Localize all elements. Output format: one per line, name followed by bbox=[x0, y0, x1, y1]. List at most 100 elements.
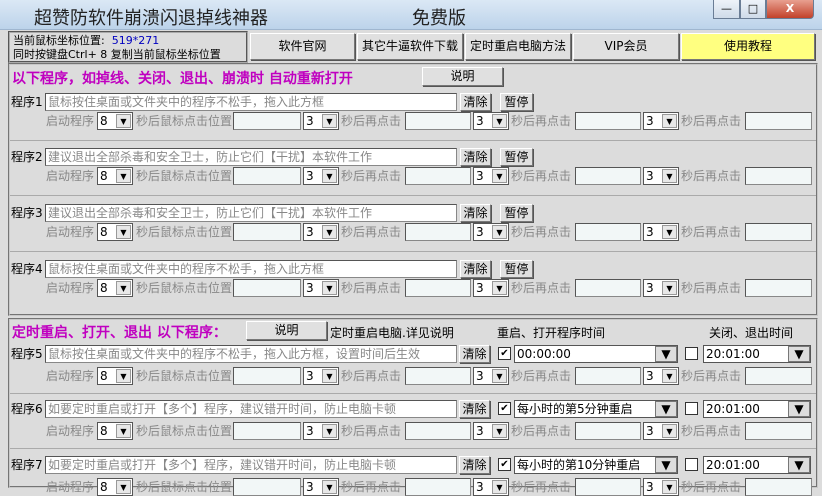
click-again-input-3[interactable] bbox=[745, 112, 812, 130]
click-delay-select[interactable]: 3 ▼ bbox=[303, 223, 339, 241]
vip-button[interactable]: VIP会员 bbox=[573, 33, 679, 60]
start-delay-select[interactable]: 8 ▼ bbox=[97, 112, 133, 130]
click-delay-select-3[interactable]: 3 ▼ bbox=[643, 279, 679, 297]
click-delay-select[interactable]: 3 ▼ bbox=[303, 422, 339, 440]
clear-button[interactable]: 清除 bbox=[460, 260, 491, 278]
click-again-input-3[interactable] bbox=[745, 422, 812, 440]
click-delay-select-2[interactable]: 3 ▼ bbox=[473, 167, 509, 185]
click-again-input[interactable] bbox=[405, 223, 471, 241]
maximize-button[interactable]: □ bbox=[740, 0, 766, 19]
click-delay-select-2[interactable]: 3 ▼ bbox=[473, 223, 509, 241]
click-position-input[interactable] bbox=[233, 478, 301, 496]
click-position-input[interactable] bbox=[233, 167, 301, 185]
dropdown-arrow-icon: ▼ bbox=[662, 114, 677, 128]
click-again-input[interactable] bbox=[405, 422, 471, 440]
restart-checkbox[interactable]: ✔ bbox=[498, 402, 511, 415]
pause-button[interactable]: 暂停 bbox=[500, 148, 533, 166]
click-delay-select-2[interactable]: 3 ▼ bbox=[473, 478, 509, 496]
click-delay-select[interactable]: 3 ▼ bbox=[303, 112, 339, 130]
close-checkbox[interactable] bbox=[685, 402, 698, 415]
click-again-input-3[interactable] bbox=[745, 223, 812, 241]
click-again-input[interactable] bbox=[405, 279, 471, 297]
restart-time-select[interactable]: 每小时的第5分钟重启 ▼ bbox=[514, 400, 678, 418]
click-again-input-2[interactable] bbox=[575, 422, 641, 440]
start-delay-select[interactable]: 8 ▼ bbox=[97, 223, 133, 241]
click-delay-select-2[interactable]: 3 ▼ bbox=[473, 112, 509, 130]
clear-button[interactable]: 清除 bbox=[460, 204, 491, 222]
click-delay-select[interactable]: 3 ▼ bbox=[303, 478, 339, 496]
close-checkbox[interactable] bbox=[685, 347, 698, 360]
restart-time-select[interactable]: 每小时的第10分钟重启 ▼ bbox=[514, 456, 678, 474]
click-again-input-2[interactable] bbox=[575, 167, 641, 185]
click-again-input-2[interactable] bbox=[575, 478, 641, 496]
click-position-input[interactable] bbox=[233, 422, 301, 440]
program-path-input[interactable]: 建议退出全部杀毒和安全卫士，防止它们【干扰】本软件工作 bbox=[45, 204, 457, 222]
pause-button[interactable]: 暂停 bbox=[500, 260, 533, 278]
click-delay-select-2[interactable]: 3 ▼ bbox=[473, 279, 509, 297]
click-again-input-3[interactable] bbox=[745, 367, 812, 385]
click-delay-select-3[interactable]: 3 ▼ bbox=[643, 478, 679, 496]
click-delay-select[interactable]: 3 ▼ bbox=[303, 279, 339, 297]
click-delay-select[interactable]: 3 ▼ bbox=[303, 367, 339, 385]
click-again-input-3[interactable] bbox=[745, 167, 812, 185]
click-delay-select-2[interactable]: 3 ▼ bbox=[473, 367, 509, 385]
pause-button[interactable]: 暂停 bbox=[500, 204, 533, 222]
click-again-input[interactable] bbox=[405, 478, 471, 496]
clear-button[interactable]: 清除 bbox=[460, 93, 491, 111]
tutorial-button[interactable]: 使用教程 bbox=[681, 33, 815, 60]
click-position-input[interactable] bbox=[233, 367, 301, 385]
start-delay-select[interactable]: 8 ▼ bbox=[97, 167, 133, 185]
click-delay-select-3[interactable]: 3 ▼ bbox=[643, 223, 679, 241]
start-delay-select[interactable]: 8 ▼ bbox=[97, 478, 133, 496]
click-delay-select-3[interactable]: 3 ▼ bbox=[643, 167, 679, 185]
click-again-input-2[interactable] bbox=[575, 367, 641, 385]
program-path-input[interactable]: 鼠标按住桌面或文件夹中的程序不松手，拖入此方框 bbox=[45, 93, 457, 111]
click-again-input-3[interactable] bbox=[745, 279, 812, 297]
click-again-input-2[interactable] bbox=[575, 279, 641, 297]
click-delay-select-2[interactable]: 3 ▼ bbox=[473, 422, 509, 440]
section1-explain-button[interactable]: 说明 bbox=[422, 67, 503, 86]
click-again-input[interactable] bbox=[405, 112, 471, 130]
other-software-button[interactable]: 其它牛逼软件下载 bbox=[357, 33, 463, 60]
close-time-select[interactable]: 20:01:00 ▼ bbox=[703, 345, 811, 363]
restart-checkbox[interactable]: ✔ bbox=[498, 347, 511, 360]
click-delay-select[interactable]: 3 ▼ bbox=[303, 167, 339, 185]
program-path-input[interactable]: 建议退出全部杀毒和安全卫士，防止它们【干扰】本软件工作 bbox=[45, 148, 457, 166]
close-checkbox[interactable] bbox=[685, 458, 698, 471]
close-button[interactable]: X bbox=[766, 0, 814, 19]
click-again-input-2[interactable] bbox=[575, 223, 641, 241]
click-again-input[interactable] bbox=[405, 367, 471, 385]
click-again-input-2[interactable] bbox=[575, 112, 641, 130]
clear-button[interactable]: 清除 bbox=[459, 456, 490, 474]
title-bar[interactable]: 超赞防软件崩溃闪退掉线神器 免费版 — □ X bbox=[0, 0, 822, 30]
pause-button[interactable]: 暂停 bbox=[500, 93, 533, 111]
program-path-input[interactable]: 鼠标按住桌面或文件夹中的程序不松手，拖入此方框 bbox=[45, 260, 457, 278]
click-delay-select-3[interactable]: 3 ▼ bbox=[643, 422, 679, 440]
row-divider bbox=[10, 393, 816, 394]
restart-time-select[interactable]: 00:00:00 ▼ bbox=[514, 345, 678, 363]
click-delay-select-3[interactable]: 3 ▼ bbox=[643, 367, 679, 385]
program-path-input[interactable]: 如要定时重启或打开【多个】程序，建议错开时间，防止电脑卡顿 bbox=[45, 456, 457, 474]
click-again-input[interactable] bbox=[405, 167, 471, 185]
scheduled-restart-method-button[interactable]: 定时重启电脑方法 bbox=[465, 33, 571, 60]
clear-button[interactable]: 清除 bbox=[460, 148, 491, 166]
click-position-input[interactable] bbox=[233, 223, 301, 241]
close-time-select[interactable]: 20:01:00 ▼ bbox=[703, 400, 811, 418]
dropdown-arrow-icon: ▼ bbox=[492, 114, 507, 128]
start-delay-select[interactable]: 8 ▼ bbox=[97, 279, 133, 297]
program-path-input[interactable]: 鼠标按住桌面或文件夹中的程序不松手，拖入此方框，设置时间后生效 bbox=[45, 345, 457, 363]
click-position-input[interactable] bbox=[233, 112, 301, 130]
minimize-button[interactable]: — bbox=[713, 0, 740, 19]
official-site-button[interactable]: 软件官网 bbox=[250, 33, 355, 60]
click-again-input-3[interactable] bbox=[745, 478, 812, 496]
close-time-select[interactable]: 20:01:00 ▼ bbox=[703, 456, 811, 474]
click-delay-select-3[interactable]: 3 ▼ bbox=[643, 112, 679, 130]
program-path-input[interactable]: 如要定时重启或打开【多个】程序，建议错开时间，防止电脑卡顿 bbox=[45, 400, 457, 418]
clear-button[interactable]: 清除 bbox=[459, 400, 490, 418]
start-delay-select[interactable]: 8 ▼ bbox=[97, 422, 133, 440]
clear-button[interactable]: 清除 bbox=[459, 345, 490, 363]
restart-checkbox[interactable]: ✔ bbox=[498, 458, 511, 471]
click-position-input[interactable] bbox=[233, 279, 301, 297]
start-delay-select[interactable]: 8 ▼ bbox=[97, 367, 133, 385]
section2-explain-button[interactable]: 说明 bbox=[246, 321, 327, 340]
